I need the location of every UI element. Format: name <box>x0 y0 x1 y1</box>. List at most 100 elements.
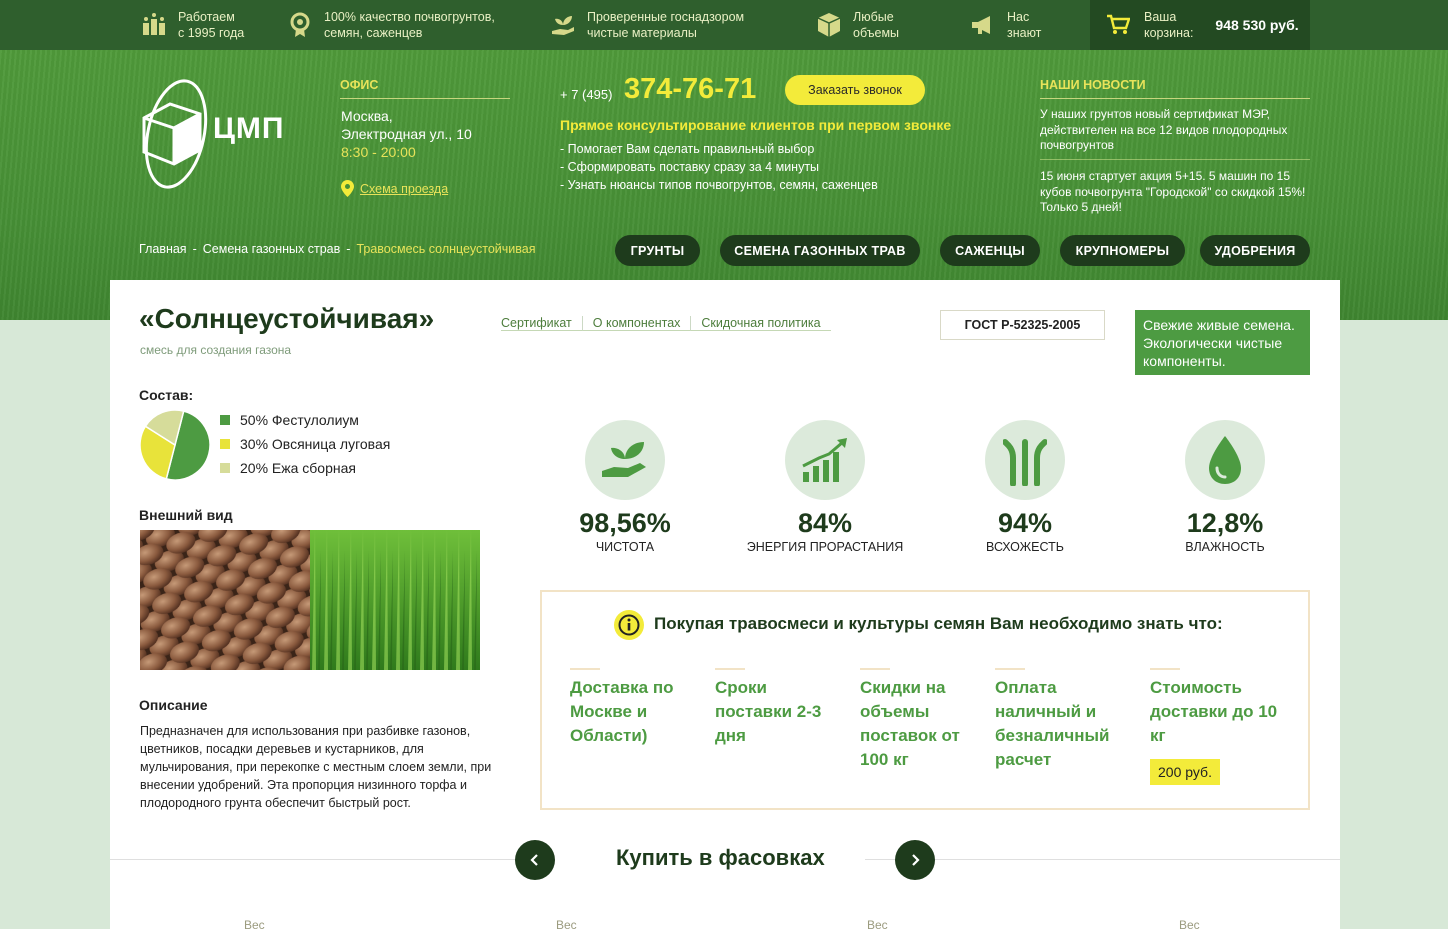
next-arrow-button[interactable] <box>895 840 935 880</box>
stat-value: 12,8% <box>1186 508 1264 538</box>
cart-widget[interactable]: Ваша корзина: 948 530 руб. <box>1090 0 1310 50</box>
topbar-item-verified: Проверенные госнадзором чистые материалы <box>549 0 744 50</box>
delivery-price: 200 руб. <box>1150 759 1220 785</box>
breadcrumb-home[interactable]: Главная <box>139 242 187 256</box>
map-link-label[interactable]: Схема проезда <box>360 182 448 196</box>
stat-value: 98,56% <box>579 508 671 538</box>
growth-chart-icon <box>802 438 847 482</box>
topbar-text: знают <box>1007 26 1042 40</box>
topbar-text: Любые <box>853 10 894 24</box>
composition-heading: Состав: <box>139 387 194 403</box>
news-divider <box>1040 159 1310 160</box>
stat-label: ВСХОЖЕСТЬ <box>986 540 1064 554</box>
nav-large-trees[interactable]: КРУПНОМЕРЫ <box>1060 235 1185 266</box>
legend-item: 50% Фестулолиум <box>220 412 359 428</box>
stat-label: ВЛАЖНОСТЬ <box>1185 540 1265 554</box>
map-link[interactable]: Схема проезда <box>341 180 448 197</box>
topbar-item-known: Нас знают <box>969 0 1041 50</box>
package-weight-label: Вес <box>556 918 577 929</box>
buildings-icon <box>140 11 168 39</box>
buy-section-title: Купить в фасовках <box>616 845 825 870</box>
description-heading: Описание <box>139 697 208 713</box>
cart-label: Ваша <box>1144 10 1177 24</box>
award-icon <box>286 11 314 39</box>
breadcrumb-sep: - <box>192 242 197 256</box>
nav-fertilizers[interactable]: УДОБРЕНИЯ <box>1200 235 1310 266</box>
cart-icon <box>1104 11 1132 39</box>
office-address: Электродная ул., 10 <box>341 126 472 142</box>
stat-circle <box>985 420 1065 500</box>
info-icon <box>614 610 644 640</box>
cart-label: корзина: <box>1144 26 1194 40</box>
stat-label: ЧИСТОТА <box>595 540 655 554</box>
office-heading: ОФИС <box>340 78 510 99</box>
consult-bullet: - Узнать нюансы типов почвогрунтов, семя… <box>560 178 878 192</box>
topbar-text: Работаем <box>178 10 235 24</box>
product-tabs: Сертификат О компонентах Скидочная полит… <box>501 316 831 331</box>
seeds-photo[interactable] <box>140 530 310 670</box>
page-title: «Солнцеустойчивая» <box>139 303 435 334</box>
nav-grunty[interactable]: ГРУНТЫ <box>615 235 700 266</box>
breadcrumb-sep: - <box>346 242 351 256</box>
water-drop-icon <box>1209 436 1241 484</box>
topbar-item-volumes: Любые объемы <box>815 0 899 50</box>
tab-components[interactable]: О компонентах <box>581 316 691 331</box>
breadcrumb-seeds[interactable]: Семена газонных страв <box>203 242 341 256</box>
tab-discounts[interactable]: Скидочная политика <box>690 316 831 331</box>
sprout-icon <box>1003 439 1047 486</box>
divider <box>860 668 890 670</box>
news-heading: НАШИ НОВОСТИ <box>1040 78 1310 99</box>
divider <box>570 668 600 670</box>
chevron-left-icon <box>530 854 538 866</box>
legend-swatch <box>220 439 230 449</box>
logo-icon[interactable] <box>140 78 212 190</box>
divider <box>865 859 1340 860</box>
logo-text[interactable]: ЦМП <box>213 112 284 146</box>
package-weight-label: Вес <box>244 918 265 929</box>
top-bar: Работаем с 1995 года 100% качество почвог… <box>0 0 1448 50</box>
appearance-heading: Внешний вид <box>139 507 233 523</box>
prev-arrow-button[interactable] <box>515 840 555 880</box>
page-subtitle: смесь для создания газона <box>140 343 292 357</box>
grass-photo[interactable] <box>310 530 480 670</box>
tab-certificate[interactable]: Сертификат <box>501 316 582 331</box>
box-icon <box>815 11 843 39</box>
news-item[interactable]: 15 июня стартует акция 5+15. 5 машин по … <box>1040 169 1310 216</box>
stat-circle <box>585 420 665 500</box>
breadcrumb-current: Травосмесь солнцеустойчивая <box>356 242 536 256</box>
stat-circle <box>785 420 865 500</box>
consult-title: Прямое консультирование клиентов при пер… <box>560 117 952 133</box>
divider <box>995 668 1025 670</box>
phone-number[interactable]: 374-76-71 <box>624 73 756 106</box>
stat-circle <box>1185 420 1265 500</box>
office-hours: 8:30 - 20:00 <box>341 144 416 160</box>
chevron-right-icon <box>912 854 920 866</box>
gost-badge: ГОСТ Р-52325-2005 <box>940 310 1105 340</box>
leaf-hand-icon <box>602 442 646 477</box>
topbar-text: чистые материалы <box>587 26 697 40</box>
condition-item: Сроки поставки 2-3 дня <box>715 678 822 745</box>
package-weight-label: Вес <box>1179 918 1200 929</box>
legend-swatch <box>220 415 230 425</box>
megaphone-icon <box>969 11 997 39</box>
nav-seeds[interactable]: СЕМЕНА ГАЗОННЫХ ТРАВ <box>720 235 920 266</box>
location-pin-icon <box>341 180 354 197</box>
info-title: Покупая травосмеси и культуры семян Вам … <box>654 614 1223 633</box>
nav-seedlings[interactable]: САЖЕНЦЫ <box>940 235 1040 266</box>
divider <box>1150 668 1180 670</box>
divider <box>715 668 745 670</box>
package-weight-label: Вес <box>867 918 888 929</box>
topbar-text: семян, саженцев <box>324 26 423 40</box>
condition-item: Доставка по Москве и Области) <box>570 678 674 745</box>
legend-item: 30% Овсяница луговая <box>220 436 390 452</box>
stat-value: 84% <box>797 508 853 538</box>
consult-bullet: - Помогает Вам сделать правильный выбор <box>560 142 815 156</box>
topbar-text: 100% качество почвогрунтов, <box>324 10 495 24</box>
topbar-item-quality: 100% качество почвогрунтов, семян, саженц… <box>286 0 495 50</box>
condition-item: Скидки на объемы поставок от 100 кг <box>860 678 960 769</box>
news-item[interactable]: У наших грунтов новый сертификат МЭР, де… <box>1040 107 1310 154</box>
callback-button[interactable]: Заказать звонок <box>785 75 925 105</box>
condition-item: Стоимость доставки до 10 кг <box>1150 678 1278 745</box>
legend-swatch <box>220 463 230 473</box>
topbar-text: с 1995 года <box>178 26 245 40</box>
